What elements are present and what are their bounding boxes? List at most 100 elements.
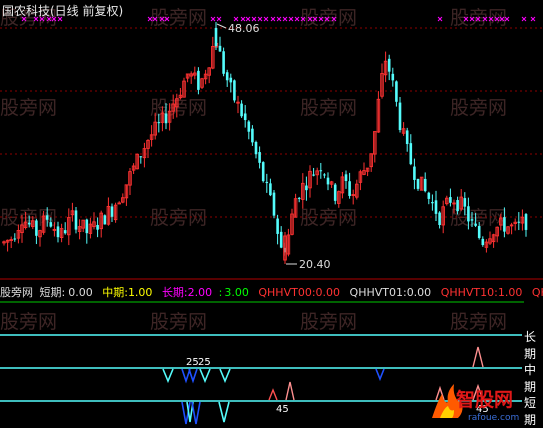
candle-body-down [391,73,395,81]
candle-body-down [503,217,506,232]
long-value: 2.00 [187,286,213,299]
candle-body-down [463,198,467,207]
q00-label: QHHVT00: [258,286,316,299]
indicator-header: 股旁网 短期: 0.00 中期:1.00 长期:2.00 :3.00 QHHVT0… [0,284,543,300]
q00-value: 0.00 [315,286,341,299]
mid-signal-v [199,368,211,384]
candle-body-down [387,58,391,72]
candle-body-down [139,156,143,158]
candle-body-down [56,226,60,238]
watermark: 股旁网 [150,311,207,333]
candle-body-down [467,206,470,222]
candle-body-down [269,183,272,196]
trailing-label: QH [531,286,543,299]
candle-body-down [103,215,107,225]
candle-body-down [157,122,161,124]
extra-value: 3.00 [224,286,249,299]
candle-body-down [197,70,200,90]
candle-body-down [218,45,222,52]
short-label: 短期: [39,286,66,299]
candle-body-down [323,174,326,176]
candle-body-down [225,72,229,81]
candle-body-down [45,215,49,220]
indicator-name: 股旁网 [0,286,33,299]
mid-signal-v [219,368,231,384]
candle-body-down [517,221,521,223]
mid-signal-text: 25 [198,357,211,368]
candle-body-down [247,121,251,132]
candle-body-down [449,197,452,203]
candle-body-down [398,102,402,130]
q10-value: 1.00 [497,286,523,299]
candle-body-down [164,113,168,124]
candle-body-down [305,185,308,191]
candle-body-down [63,230,67,234]
candle-body-down [297,197,301,199]
watermark: 股旁网 [150,207,207,229]
long-label: 长期: [161,286,188,299]
candle-body-down [258,152,261,163]
watermark: 股旁网 [450,311,507,333]
candle-body-down [405,130,409,145]
mid-value: 1.00 [127,286,153,299]
candle-body-down [395,81,398,102]
candle-body-down [416,178,420,189]
candle-body-down [470,219,474,221]
chart-title: 国农科技(日线 前复权) [2,4,124,18]
q10-label: QHHVT10: [440,286,498,299]
candle-body-down [233,80,236,101]
q01-label: QHHVT01: [349,286,407,299]
candle-body-down [344,174,348,181]
short-signal-peak [268,388,278,401]
candle-body-down [254,141,258,155]
high-price-label: 48.06 [228,22,260,35]
candle-body-down [35,220,38,236]
candle-body-down [456,200,459,212]
watermark: 股旁网 [300,97,357,119]
candle-body-down [265,181,269,184]
mid-label: 中期: [102,286,128,299]
short-signal-v [218,401,230,423]
candle-body-down [477,226,481,238]
candle-body-down [240,103,243,117]
short-signal-peak [285,381,295,401]
candle-body-down [49,222,53,227]
logo-text: 智股网 [456,388,513,411]
candle-body-down [319,170,323,172]
peak-candle [214,28,218,46]
candle-body-down [110,206,114,217]
candle-body-down [74,210,78,230]
candle-body-down [333,184,337,201]
mid-signal-peak [472,346,484,368]
candle-body-down [434,200,438,214]
main-chart: 股旁网 股旁网 股旁网 股旁网股旁网 股旁网 股旁网 股旁网股旁网 股旁网 股旁网 股旁网股旁网股… [0,7,543,425]
candle-body-down [423,178,427,192]
candle-body-down [348,181,351,196]
mid-signal-v [375,368,385,382]
candle-body-down [481,238,485,246]
mid-signal-v [162,368,174,384]
short-line-label: 短期 [524,396,537,427]
candle-body-down [229,77,233,83]
watermark: 股旁网 [0,311,57,333]
mid-signal-v [188,368,198,384]
candle-body-down [431,202,434,204]
candle-body-up [117,202,121,205]
candle-body-down [438,212,441,226]
low-price-label: 20.40 [299,258,331,271]
mid-line-label: 中期 [524,363,537,394]
candle-body-down [96,224,99,230]
high-arrow [216,23,227,29]
short-signal-text: 45 [276,404,289,415]
q01-value: 0.00 [406,286,432,299]
candle-body-down [251,128,254,143]
candle-body-down [85,219,89,234]
candle-body-down [272,192,276,216]
candle-body-down [27,222,31,225]
candle-body-down [243,113,247,121]
candle-body-down [222,51,225,74]
mid-signal-text: 25 [186,357,199,368]
watermark: 股旁网 [150,7,207,29]
extra-label: : [218,286,223,299]
candle-body-down [524,214,528,230]
